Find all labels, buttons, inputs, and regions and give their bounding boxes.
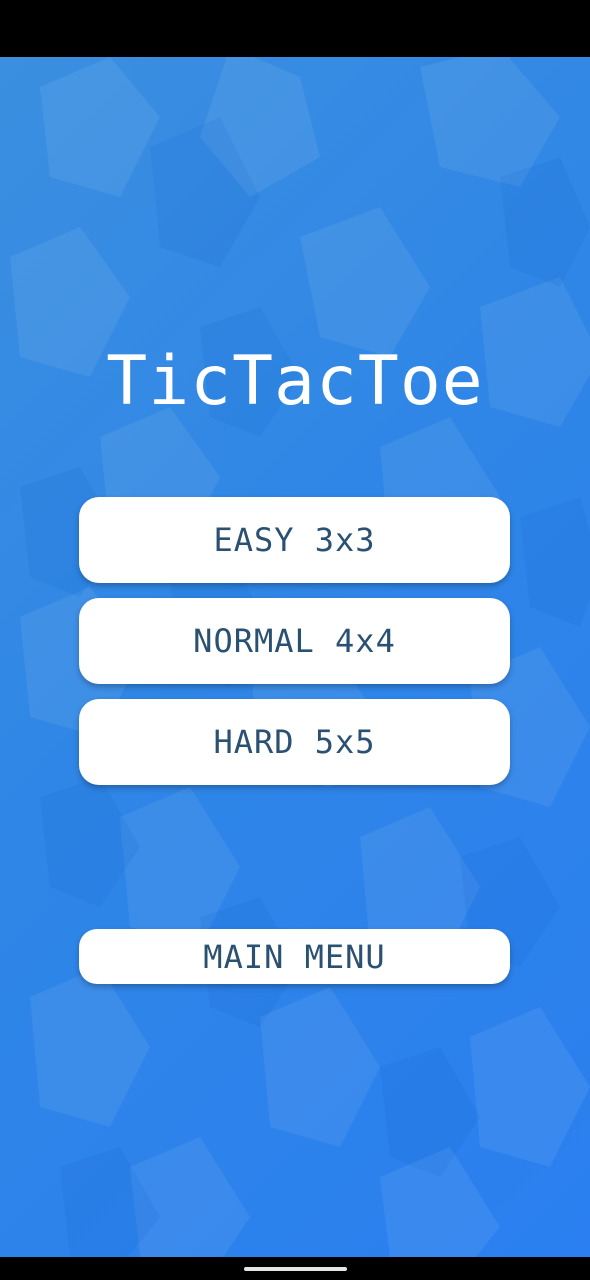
home-gesture-handle[interactable] <box>244 1267 347 1271</box>
status-bar <box>0 0 590 57</box>
main-menu-button[interactable]: MAIN MENU <box>79 929 510 984</box>
hard-5x5-button[interactable]: HARD 5x5 <box>79 699 510 785</box>
easy-3x3-button[interactable]: EASY 3x3 <box>79 497 510 583</box>
app-screen: TicTacToe EASY 3x3 NORMAL 4x4 HARD 5x5 M… <box>0 57 590 1257</box>
app-title: TicTacToe <box>106 342 484 421</box>
normal-4x4-button[interactable]: NORMAL 4x4 <box>79 598 510 684</box>
